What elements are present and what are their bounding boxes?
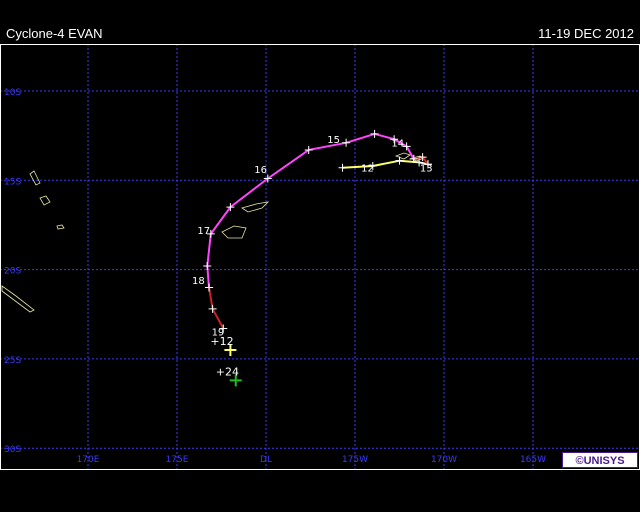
lon-label: DL [260,455,272,465]
lon-label: 175E [166,455,189,465]
lat-label: 20S [4,267,21,277]
day-label: 15 [327,135,340,146]
lon-label: 165W [520,455,546,465]
day-label: 17 [197,226,210,237]
day-label: 18 [192,276,205,287]
day-label: 12 [361,163,374,174]
lon-label: 170W [431,455,457,465]
lon-label: 170E [77,455,100,465]
forecast-label: +24 [216,365,239,378]
forecast-label: +12 [210,335,233,348]
lon-label: 175W [342,455,368,465]
day-label: 13 [420,163,433,174]
lat-label: 25S [4,356,21,366]
lat-label: 30S [4,445,21,455]
storm-track-map: 12 13141516171819 +12+24 10S15S20S25S30S1… [0,44,640,470]
map-background [0,44,640,470]
day-label: 16 [254,165,267,176]
footer-bar [0,470,640,512]
day-label: 14 [391,138,404,149]
unisys-logo: ©UNISYS [562,452,638,468]
lat-label: 15S [4,177,21,187]
lat-label: 10S [4,88,21,98]
